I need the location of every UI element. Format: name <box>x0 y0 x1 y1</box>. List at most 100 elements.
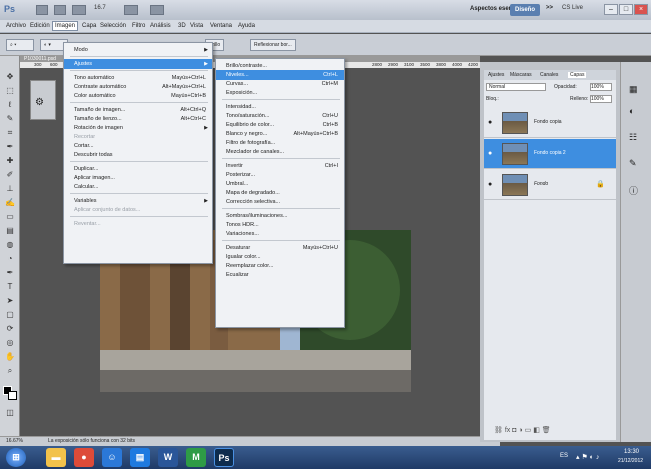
crop-tool-icon[interactable]: ⌗ <box>4 128 16 138</box>
menu-item-modo[interactable]: Modo ▶ <box>64 45 212 55</box>
move-tool-icon[interactable]: ✥ <box>4 72 16 82</box>
arrange-documents-icon[interactable] <box>124 5 138 15</box>
dodge-tool-icon[interactable]: ◔ <box>4 254 16 264</box>
menu-item-exposición[interactable]: Exposición... <box>216 88 344 98</box>
eraser-tool-icon[interactable]: ▭ <box>4 212 16 222</box>
adjustment-layer-icon[interactable]: ◑ <box>518 427 522 434</box>
new-group-icon[interactable]: ▭ <box>525 427 532 434</box>
hand-tool-icon[interactable]: ✋ <box>4 352 16 362</box>
menu-capa[interactable]: Capa <box>82 23 96 29</box>
tab-capas[interactable]: Capas <box>568 72 587 78</box>
layer-row-selected[interactable]: ● Fondo copia 2 <box>484 139 616 169</box>
menu-item-corrección-selectiva[interactable]: Corrección selectiva... <box>216 197 344 207</box>
tab-ajustes[interactable]: Ajustes <box>488 72 504 78</box>
marquee-tool-icon[interactable]: ⬚ <box>4 86 16 96</box>
info-panel-icon[interactable]: ⓘ <box>629 184 638 197</box>
screen-mode-icon[interactable] <box>150 5 164 15</box>
bridge-icon[interactable] <box>36 5 48 15</box>
more-workspaces-button[interactable]: >> <box>546 5 553 11</box>
shape-tool-icon[interactable]: ▢ <box>4 310 16 320</box>
menu-vista[interactable]: Vista <box>190 23 203 29</box>
tab-mascaras[interactable]: Máscaras <box>510 72 532 78</box>
new-layer-icon[interactable]: ◧ <box>533 427 540 434</box>
status-zoom[interactable]: 16.67% <box>6 438 23 444</box>
menu-item-descubrir-todas[interactable]: Descubrir todas <box>64 150 212 160</box>
language-indicator[interactable]: ES <box>560 453 568 459</box>
3d-rotate-tool-icon[interactable]: ⟳ <box>4 324 16 334</box>
close-button[interactable]: × <box>634 4 648 15</box>
menu-analisis[interactable]: Análisis <box>150 23 171 29</box>
menu-imagen[interactable]: Imagen <box>52 21 79 31</box>
explorer-icon[interactable]: ▬ <box>46 448 66 467</box>
trash-icon[interactable]: 🗑 <box>542 427 551 434</box>
path-select-tool-icon[interactable]: ➤ <box>4 296 16 306</box>
tab-canales[interactable]: Canales <box>540 72 558 78</box>
mini-panel: ⚙ <box>30 80 56 120</box>
brush-tool-icon[interactable]: ✐ <box>4 170 16 180</box>
media-icon[interactable]: M <box>186 448 206 467</box>
add-mask-icon[interactable]: ◘ <box>512 427 516 434</box>
visibility-eye-icon[interactable]: ● <box>488 119 492 126</box>
cs-live-button[interactable]: CS Live <box>562 5 583 11</box>
zoom-tool-icon[interactable]: ⌕ <box>4 366 16 376</box>
system-tray-icons[interactable]: ▴ ⚑ ◐ ♪ <box>576 453 599 461</box>
menu-item-calcular[interactable]: Calcular... <box>64 182 212 192</box>
masks-panel-icon[interactable]: ☷ <box>629 132 637 143</box>
minimize-button[interactable]: – <box>604 4 618 15</box>
quick-select-tool-icon[interactable]: ✎ <box>4 114 16 124</box>
chrome-icon[interactable]: ● <box>74 448 94 467</box>
stamp-tool-icon[interactable]: ⊥ <box>4 184 16 194</box>
history-brush-tool-icon[interactable]: ✍ <box>4 198 16 208</box>
menu-item-variaciones[interactable]: Variaciones... <box>216 229 344 239</box>
photoshop-taskbar-icon[interactable]: Ps <box>214 448 234 467</box>
layer-row[interactable]: ● Fondo copia <box>484 108 616 138</box>
menu-item-ajustes[interactable]: Ajustes ▶ <box>64 59 212 69</box>
menu-item-label: Ecualizar <box>226 272 249 278</box>
adjustments-panel-icon[interactable]: ◐ <box>629 106 634 116</box>
pen-tool-icon[interactable]: ✒ <box>4 268 16 278</box>
lock-label: Bloq.: <box>486 96 499 102</box>
view-extras-icon[interactable] <box>72 5 86 15</box>
3d-orbit-tool-icon[interactable]: ◎ <box>4 338 16 348</box>
maximize-button[interactable]: □ <box>619 4 633 15</box>
paths-panel-icon[interactable]: ✎ <box>629 158 637 169</box>
blend-mode-select[interactable]: Normal <box>486 83 546 91</box>
menu-edicion[interactable]: Edición <box>30 23 50 29</box>
opacity-input[interactable]: 100% <box>590 83 612 91</box>
eyedropper-tool-icon[interactable]: ✒ <box>4 142 16 152</box>
link-layers-icon[interactable]: ⛓ <box>494 427 503 434</box>
gradient-tool-icon[interactable]: ▤ <box>4 226 16 236</box>
word-icon[interactable]: W <box>158 448 178 467</box>
menu-item-ecualizar[interactable]: Ecualizar <box>216 270 344 280</box>
menu-seleccion[interactable]: Selección <box>100 23 126 29</box>
history-icon[interactable]: ⚙ <box>35 97 44 108</box>
refine-edge-button[interactable]: Reflexionar bor... <box>250 39 296 51</box>
workspace-design-button[interactable]: Diseño <box>510 4 540 16</box>
menu-filtro[interactable]: Filtro <box>132 23 145 29</box>
menu-archivo[interactable]: Archivo <box>6 23 26 29</box>
minibridge-icon[interactable] <box>54 5 66 15</box>
messenger-icon[interactable]: ☺ <box>102 448 122 467</box>
menu-ayuda[interactable]: Ayuda <box>238 23 255 29</box>
color-panel-icon[interactable]: ▦ <box>629 84 638 95</box>
start-button-icon[interactable]: ⊞ <box>6 448 26 467</box>
menu-ventana[interactable]: Ventana <box>210 23 232 29</box>
visibility-eye-icon[interactable]: ● <box>488 181 492 188</box>
clock-time[interactable]: 13:30 <box>624 449 639 455</box>
quick-mask-icon[interactable]: ◫ <box>4 408 16 418</box>
menu-item-mezclador-de-canales[interactable]: Mezclador de canales... <box>216 147 344 157</box>
tool-preset-picker[interactable]: ⌕ ▾ <box>6 39 34 51</box>
layer-style-icon[interactable]: fx <box>505 427 510 434</box>
menu-3d[interactable]: 3D <box>178 23 186 29</box>
menu-item-color-automático[interactable]: Color automático Mayús+Ctrl+B <box>64 91 212 101</box>
blur-tool-icon[interactable]: ◍ <box>4 240 16 250</box>
fill-input[interactable]: 100% <box>590 95 612 103</box>
lasso-tool-icon[interactable]: ℓ <box>4 100 16 110</box>
outlook-icon[interactable]: ▤ <box>130 448 150 467</box>
zoom-level[interactable]: 16.7 <box>94 5 106 11</box>
background-color-swatch[interactable] <box>8 391 17 400</box>
type-tool-icon[interactable]: T <box>4 282 16 292</box>
layer-row[interactable]: ● Fondo 🔒 <box>484 170 616 200</box>
healing-tool-icon[interactable]: ✚ <box>4 156 16 166</box>
visibility-eye-icon[interactable]: ● <box>488 150 492 157</box>
